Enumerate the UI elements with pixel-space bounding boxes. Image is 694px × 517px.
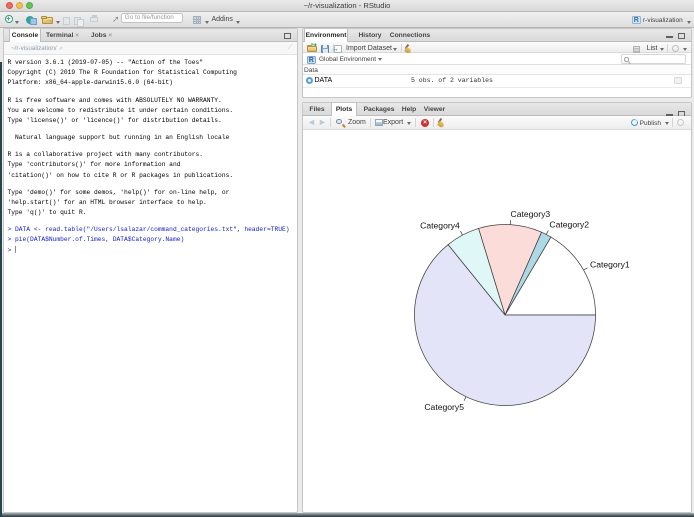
svg-text:Category1: Category1 (590, 260, 630, 270)
svg-text:Category2: Category2 (549, 220, 589, 230)
svg-text:Category5: Category5 (424, 402, 464, 412)
svg-text:Category4: Category4 (420, 221, 460, 231)
svg-text:Category3: Category3 (511, 209, 551, 219)
